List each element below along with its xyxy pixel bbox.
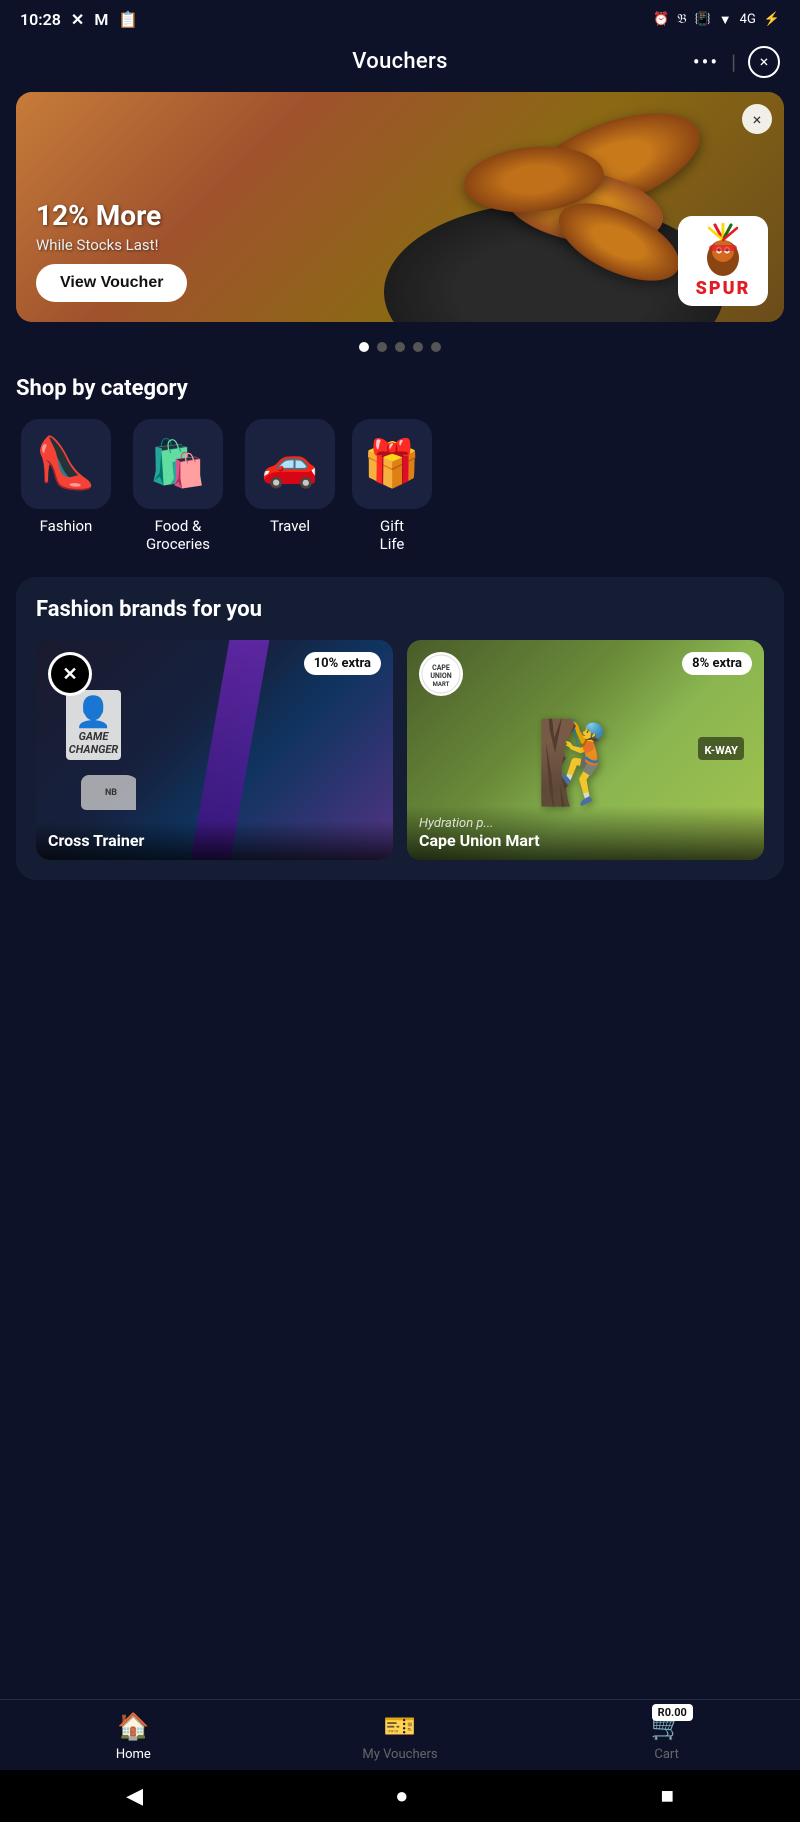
cape-union-name: Cape Union Mart [419,831,752,850]
clipboard-icon: 📋 [118,10,138,29]
bottom-nav: 🏠 Home 🎫 My Vouchers 🛒 R0.00 Cart [0,1699,800,1770]
food-icon-wrap: 🛍️ [133,419,223,509]
nav-cart[interactable]: 🛒 R0.00 Cart [627,1712,707,1762]
cart-wrapper: 🛒 R0.00 [650,1712,682,1742]
shop-by-category-title: Shop by category [16,376,784,401]
carousel-dot-4[interactable] [413,342,423,352]
view-voucher-button[interactable]: View Voucher [36,264,187,302]
cape-union-logo: CAPE UNION MART [419,652,463,696]
spur-brand-name: SPUR [696,278,751,299]
category-item-travel[interactable]: 🚗 Travel [240,419,340,553]
cart-badge: R0.00 [652,1704,693,1721]
twitter-icon: ✕ [71,10,84,29]
back-button[interactable]: ◀ [126,1784,143,1809]
vouchers-icon: 🎫 [384,1712,416,1742]
nav-vouchers[interactable]: 🎫 My Vouchers [360,1712,440,1762]
category-item-fashion[interactable]: 👠 Fashion [16,419,116,553]
signal-icon: 4G [740,12,756,27]
vibrate-icon: 📳 [695,12,711,27]
food-icon: 🛍️ [149,437,206,491]
more-options-button[interactable]: ••• [693,50,719,74]
category-item-gift[interactable]: 🎁 GiftLife [352,419,432,553]
spur-logo: SPUR [678,216,768,306]
status-time: 10:28 [20,10,61,29]
cape-union-content: Hydration p... Cape Union Mart [407,806,764,860]
brand-card-cape-union[interactable]: CAPE UNION MART 8% extra 🧗 K-WAY Hydrati… [407,640,764,860]
category-item-food[interactable]: 🛍️ Food &Groceries [128,419,228,553]
gift-icon-wrap: 🎁 [352,419,432,509]
cross-trainer-name: Cross Trainer [48,831,381,850]
carousel-dot-5[interactable] [431,342,441,352]
home-icon: 🏠 [117,1712,149,1742]
system-nav: ◀ ● ■ [0,1770,800,1822]
cape-union-badge: 8% extra [682,652,752,675]
svg-text:✕: ✕ [62,664,77,685]
vouchers-label: My Vouchers [362,1747,437,1762]
header-divider: | [731,50,736,74]
fashion-brands-title: Fashion brands for you [36,597,764,622]
gmail-icon: M [94,10,108,29]
carousel-dot-1[interactable] [359,342,369,352]
alarm-icon: ⏰ [653,12,669,27]
nav-home[interactable]: 🏠 Home [93,1712,173,1762]
svg-text:MART: MART [433,681,450,688]
travel-icon-wrap: 🚗 [245,419,335,509]
promo-title: 12% More [36,201,644,232]
fashion-icon: 👠 [35,435,97,493]
food-label: Food &Groceries [146,517,210,553]
carousel-dot-2[interactable] [377,342,387,352]
bluetooth-icon: 𝔅 [677,12,686,27]
cape-union-sub: Hydration p... [419,816,752,831]
travel-icon: 🚗 [261,437,318,491]
status-bar: 10:28 ✕ M 📋 ⏰ 𝔅 📳 ▼ 4G ⚡ [0,0,800,35]
fashion-label: Fashion [40,517,93,535]
fashion-brands-section: Fashion brands for you ✕ 10% extra 👤 GAM… [16,577,784,880]
travel-label: Travel [270,517,310,535]
promo-subtitle: While Stocks Last! [36,236,644,254]
close-button[interactable]: × [748,46,780,78]
gift-icon: 🎁 [363,437,420,491]
gift-label: GiftLife [380,517,405,553]
carousel-dot-3[interactable] [395,342,405,352]
cart-label: Cart [654,1747,679,1762]
categories-list: 👠 Fashion 🛍️ Food &Groceries 🚗 Travel 🎁 … [16,419,784,553]
spur-logo-svg [693,223,753,278]
header-actions: ••• | × [693,46,780,78]
promo-content: 12% More While Stocks Last! View Voucher [16,185,784,322]
status-left: 10:28 ✕ M 📋 [20,10,138,29]
wifi-icon: ▼ [719,12,732,28]
fashion-icon-wrap: 👠 [21,419,111,509]
battery-icon: ⚡ [764,12,780,27]
carousel-dots [0,342,800,352]
brand-card-cross-trainer[interactable]: ✕ 10% extra 👤 GAMECHANGER NB Cross Train… [36,640,393,860]
header: Vouchers ••• | × [0,35,800,92]
status-right: ⏰ 𝔅 📳 ▼ 4G ⚡ [653,12,780,28]
shop-by-category-section: Shop by category 👠 Fashion 🛍️ Food &Groc… [0,376,800,553]
home-label: Home [116,1747,151,1762]
svg-text:CAPE: CAPE [432,664,450,672]
promo-banner: × 12% More While Stocks Last! View Vouch… [16,92,784,322]
cross-trainer-logo: ✕ [48,652,92,696]
cross-trainer-badge: 10% extra [304,652,381,675]
recent-button[interactable]: ■ [661,1783,674,1809]
svg-text:UNION: UNION [430,672,451,680]
page-title: Vouchers [352,49,447,74]
cross-trainer-content: Cross Trainer [36,821,393,860]
home-button[interactable]: ● [395,1783,408,1809]
brand-cards-list: ✕ 10% extra 👤 GAMECHANGER NB Cross Train… [36,640,764,860]
promo-close-button[interactable]: × [742,104,772,134]
